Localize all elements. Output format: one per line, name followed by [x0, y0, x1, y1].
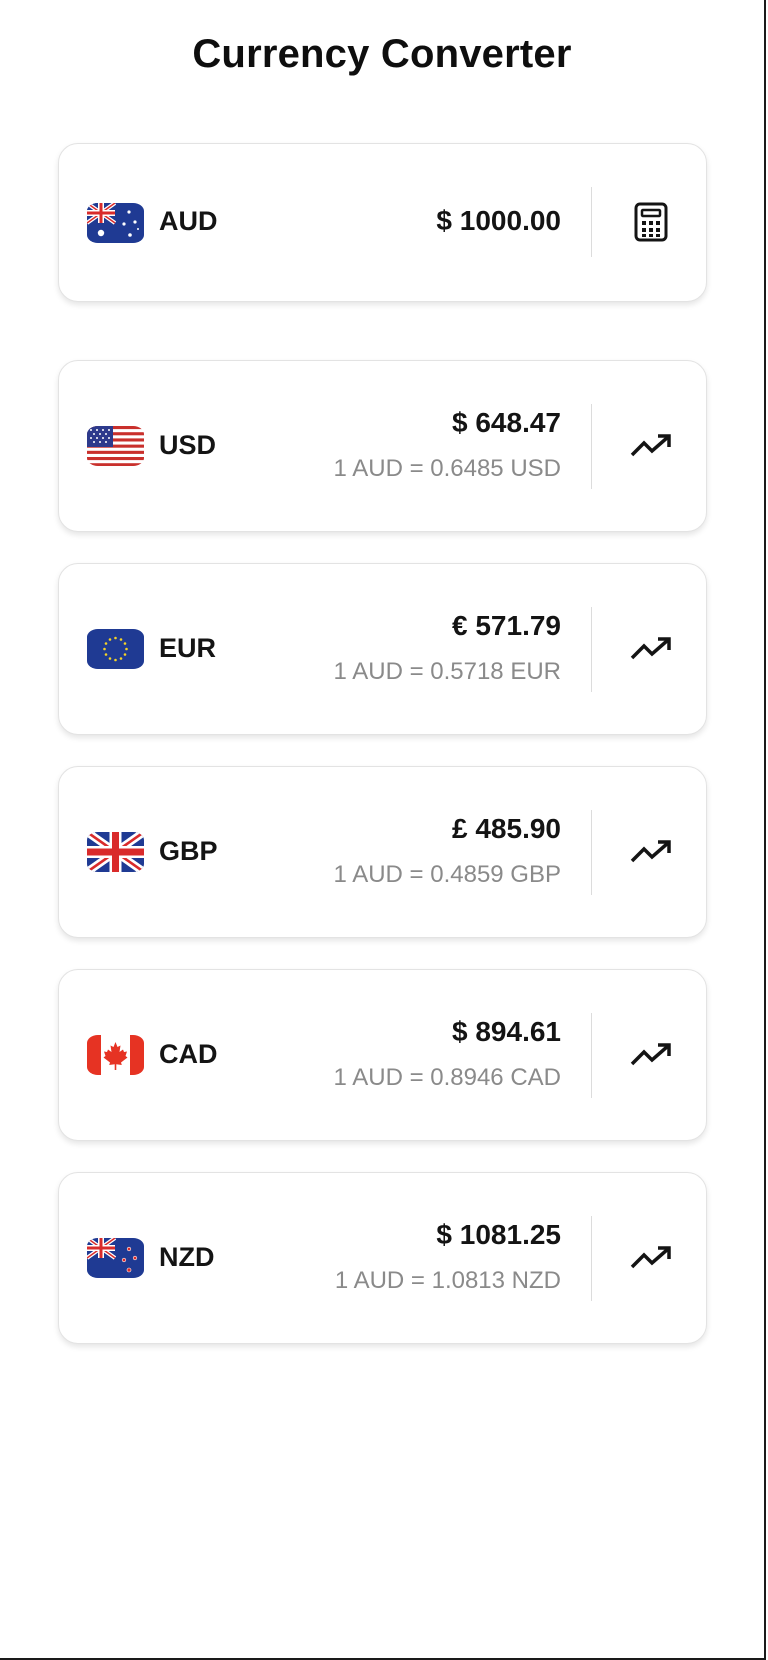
app-screen: Currency Converter AUD $ 1000.00 USD $ 6… [0, 0, 766, 1660]
trend-button-usd[interactable] [619, 414, 683, 478]
base-currency-card[interactable]: AUD $ 1000.00 [58, 143, 707, 302]
currency-card-usd[interactable]: USD $ 648.47 1 AUD = 0.6485 USD [58, 360, 707, 532]
card-divider [591, 810, 592, 895]
base-currency-code: AUD [159, 206, 218, 236]
trending-up-icon [630, 840, 671, 863]
currency-code: GBP [159, 836, 218, 866]
exchange-rate: 1 AUD = 0.5718 EUR [333, 658, 561, 685]
trending-up-icon [630, 1246, 671, 1269]
card-divider [591, 404, 592, 489]
trend-button-nzd[interactable] [619, 1226, 683, 1290]
canada-flag-icon [87, 1035, 144, 1075]
converted-amount: £ 485.90 [452, 813, 561, 844]
converted-amount: $ 648.47 [452, 407, 561, 438]
currency-code: NZD [159, 1242, 215, 1272]
new-zealand-flag-icon [87, 1238, 144, 1278]
exchange-rate: 1 AUD = 0.4859 GBP [333, 861, 561, 888]
eu-flag-icon [87, 629, 144, 669]
currency-card-cad[interactable]: CAD $ 894.61 1 AUD = 0.8946 CAD [58, 969, 707, 1141]
page-title: Currency Converter [192, 32, 572, 76]
card-divider [591, 607, 592, 692]
exchange-rate: 1 AUD = 1.0813 NZD [334, 1267, 561, 1294]
australia-flag-icon [87, 203, 144, 243]
card-divider [591, 1216, 592, 1301]
converted-amount: € 571.79 [452, 610, 561, 641]
exchange-rate: 1 AUD = 0.6485 USD [333, 455, 561, 482]
trending-up-icon [630, 1043, 671, 1066]
card-divider [591, 187, 592, 257]
currency-card-gbp[interactable]: GBP £ 485.90 1 AUD = 0.4859 GBP [58, 766, 707, 938]
trend-button-eur[interactable] [619, 617, 683, 681]
trend-button-gbp[interactable] [619, 820, 683, 884]
exchange-rate: 1 AUD = 0.8946 CAD [333, 1064, 561, 1091]
currency-code: USD [159, 430, 217, 460]
base-amount[interactable]: $ 1000.00 [436, 205, 561, 237]
calculator-icon [634, 202, 668, 242]
usa-flag-icon [87, 426, 144, 466]
currency-card-nzd[interactable]: NZD $ 1081.25 1 AUD = 1.0813 NZD [58, 1172, 707, 1344]
currency-code: CAD [159, 1039, 218, 1069]
trend-button-cad[interactable] [619, 1023, 683, 1087]
converted-amount: $ 1081.25 [436, 1219, 561, 1250]
card-divider [591, 1013, 592, 1098]
trending-up-icon [630, 637, 671, 660]
currency-card-eur[interactable]: EUR € 571.79 1 AUD = 0.5718 EUR [58, 563, 707, 735]
calculator-button[interactable] [619, 190, 683, 254]
uk-flag-icon [87, 832, 144, 872]
currency-code: EUR [159, 633, 217, 663]
converted-amount: $ 894.61 [452, 1016, 561, 1047]
trending-up-icon [630, 434, 671, 457]
